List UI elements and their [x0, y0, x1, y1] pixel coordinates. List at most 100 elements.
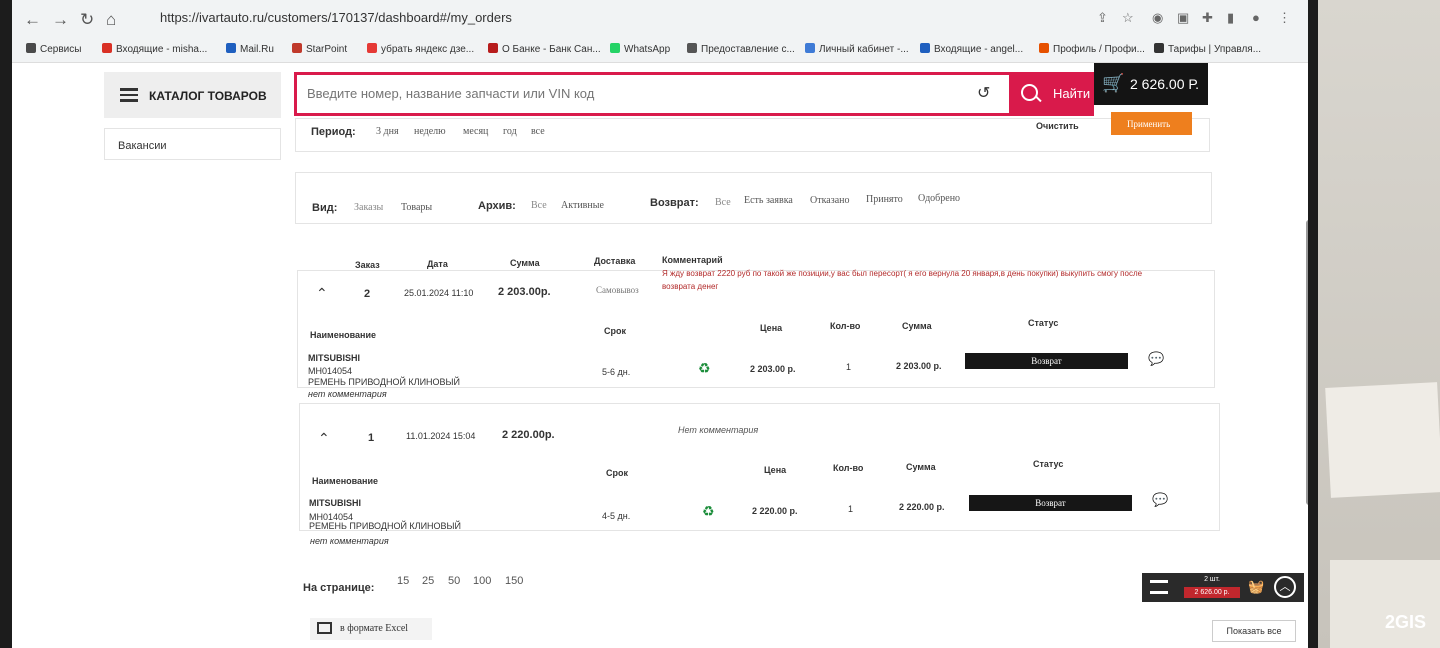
bookmark-icon — [920, 43, 930, 53]
col-qty: Кол-во — [830, 321, 861, 331]
order-comment: Нет комментария — [678, 425, 759, 435]
find-button[interactable]: Найти — [1009, 72, 1094, 116]
period-option[interactable]: неделю — [414, 126, 446, 137]
bookmark-label: WhatsApp — [624, 44, 671, 55]
chat-icon[interactable]: 💬 — [1152, 492, 1168, 508]
apply-button[interactable]: Применить — [1111, 112, 1192, 135]
bookmark-item[interactable]: Mail.Ru — [226, 43, 274, 55]
excel-export-button[interactable]: в формате Excel — [310, 618, 432, 640]
cart-icon: 🛒 — [1102, 73, 1125, 93]
bookmark-icon — [102, 43, 112, 53]
collapse-chevron-icon[interactable]: ⌃ — [316, 285, 328, 302]
page-size-option[interactable]: 25 — [422, 575, 434, 587]
page-size-option[interactable]: 100 — [473, 575, 491, 587]
item-note: нет комментария — [308, 389, 387, 399]
bookmark-item[interactable]: Личный кабинет -... — [805, 43, 909, 55]
bookmark-star-icon[interactable]: ☆ — [1122, 10, 1134, 26]
monitor-bezel: ← → ↻ ⌂ https://ivartauto.ru/customers/1… — [0, 0, 1318, 648]
return-option[interactable]: Отказано — [810, 195, 849, 206]
view-option[interactable]: Товары — [401, 202, 432, 213]
bookmark-item[interactable]: убрать яндекс дзе... — [367, 43, 474, 55]
return-option[interactable]: Принято — [866, 194, 903, 205]
order-date: 11.01.2024 15:04 — [406, 431, 476, 441]
browser-toolbar: ← → ↻ ⌂ https://ivartauto.ru/customers/1… — [12, 0, 1308, 42]
scroll-up-icon[interactable]: ︿ — [1274, 576, 1296, 598]
page-size-option[interactable]: 150 — [505, 575, 523, 587]
sidebar-item-vacancies[interactable]: Вакансии — [104, 128, 281, 160]
return-option[interactable]: Одобрено — [918, 193, 960, 204]
col-order: Заказ — [355, 260, 380, 270]
menu-icon[interactable]: ⋮ — [1278, 10, 1291, 26]
page-size-option[interactable]: 15 — [397, 575, 409, 587]
archive-label: Архив: — [478, 200, 516, 212]
bookmark-item[interactable]: StarPoint — [292, 43, 347, 55]
item-title: РЕМЕНЬ ПРИВОДНОЙ КЛИНОВЫЙ — [308, 377, 460, 387]
bookmark-label: Профиль / Профи... — [1053, 44, 1145, 55]
table-icon — [317, 622, 332, 634]
profile-avatar[interactable]: ● — [1252, 10, 1260, 25]
extension-icon[interactable]: ◉ — [1152, 10, 1163, 26]
bookmark-item[interactable]: Входящие - misha... — [102, 43, 207, 55]
catalog-button[interactable]: КАТАЛОГ ТОВАРОВ — [104, 72, 281, 118]
extension-icon-2[interactable]: ▣ — [1177, 10, 1189, 26]
chat-icon[interactable]: 💬 — [1148, 351, 1164, 367]
period-option[interactable]: год — [503, 126, 517, 137]
recycle-icon: ♻ — [702, 503, 715, 519]
bookmark-label: убрать яндекс дзе... — [381, 44, 475, 55]
period-option[interactable]: все — [531, 126, 545, 137]
forward-icon[interactable]: → — [52, 10, 69, 30]
mini-cart-count: 2 шт. — [1204, 576, 1220, 583]
item-code: MH014054 — [308, 366, 353, 376]
puzzle-icon[interactable]: ✚ — [1202, 10, 1213, 26]
item-qty: 1 — [846, 362, 852, 372]
period-option[interactable]: 3 дня — [376, 126, 399, 137]
col-status: Статус — [1033, 459, 1064, 469]
show-all-button[interactable]: Показать все — [1212, 620, 1296, 642]
reload-icon[interactable]: ↻ — [80, 10, 94, 30]
cart-total: 2 626.00 Р. — [1130, 76, 1199, 92]
order-comment: Я жду возврат 2220 руб по такой же позиц… — [662, 269, 1143, 291]
bookmark-item[interactable]: Тарифы | Управля... — [1154, 43, 1261, 55]
order-card: ⌃ 1 11.01.2024 15:04 2 220.00р. Нет комм… — [299, 403, 1220, 531]
scrollbar[interactable] — [1306, 220, 1308, 505]
return-option[interactable]: Все — [715, 197, 731, 208]
col-item-sum: Сумма — [906, 462, 936, 472]
col-sum: Сумма — [510, 258, 540, 268]
bookmark-item[interactable]: Сервисы — [26, 43, 81, 55]
bookmark-item[interactable]: Предоставление с... — [687, 43, 795, 55]
clear-button[interactable]: Очистить — [1036, 121, 1079, 131]
bookmark-label: Входящие - misha... — [116, 44, 208, 55]
view-label: Вид: — [312, 202, 338, 214]
history-icon[interactable]: ↺ — [977, 83, 990, 103]
bookmark-item[interactable]: Входящие - angel... — [920, 43, 1023, 55]
collapse-chevron-icon[interactable]: ⌃ — [318, 430, 330, 447]
bookmark-label: Тарифы | Управля... — [1168, 44, 1262, 55]
archive-option[interactable]: Все — [531, 200, 547, 211]
item-term: 4-5 дн. — [602, 511, 631, 521]
basket-icon[interactable]: 🧺 — [1248, 579, 1264, 595]
order-delivery: Самовывоз — [596, 285, 639, 295]
item-price: 2 220.00 р. — [752, 506, 798, 516]
excel-label: в формате Excel — [340, 623, 409, 634]
bookmark-item[interactable]: Профиль / Профи... — [1039, 43, 1145, 55]
order-sum: 2 203.00р. — [498, 286, 551, 298]
return-option[interactable]: Есть заявка — [744, 195, 793, 206]
view-option[interactable]: Заказы — [354, 202, 383, 213]
page-size-option[interactable]: 50 — [448, 575, 460, 587]
bookmark-item[interactable]: О Банке - Банк Сан... — [488, 43, 601, 55]
share-icon[interactable]: ⇪ — [1097, 10, 1108, 26]
desk-background — [1318, 0, 1440, 648]
archive-option[interactable]: Активные — [561, 200, 604, 211]
cart-button[interactable]: 🛒 2 626.00 Р. — [1094, 63, 1208, 105]
search-input[interactable] — [305, 85, 959, 102]
period-option[interactable]: месяц — [463, 126, 488, 137]
bookmark-icon — [292, 43, 302, 53]
home-icon[interactable]: ⌂ — [106, 10, 116, 30]
sidepanel-icon[interactable]: ▮ — [1227, 10, 1234, 26]
back-icon[interactable]: ← — [24, 10, 41, 30]
status-badge: Возврат — [965, 353, 1128, 369]
status-badge: Возврат — [969, 495, 1132, 511]
bookmark-item[interactable]: WhatsApp — [610, 43, 670, 55]
address-bar[interactable]: https://ivartauto.ru/customers/170137/da… — [160, 10, 512, 25]
menu-icon[interactable] — [1150, 580, 1168, 594]
